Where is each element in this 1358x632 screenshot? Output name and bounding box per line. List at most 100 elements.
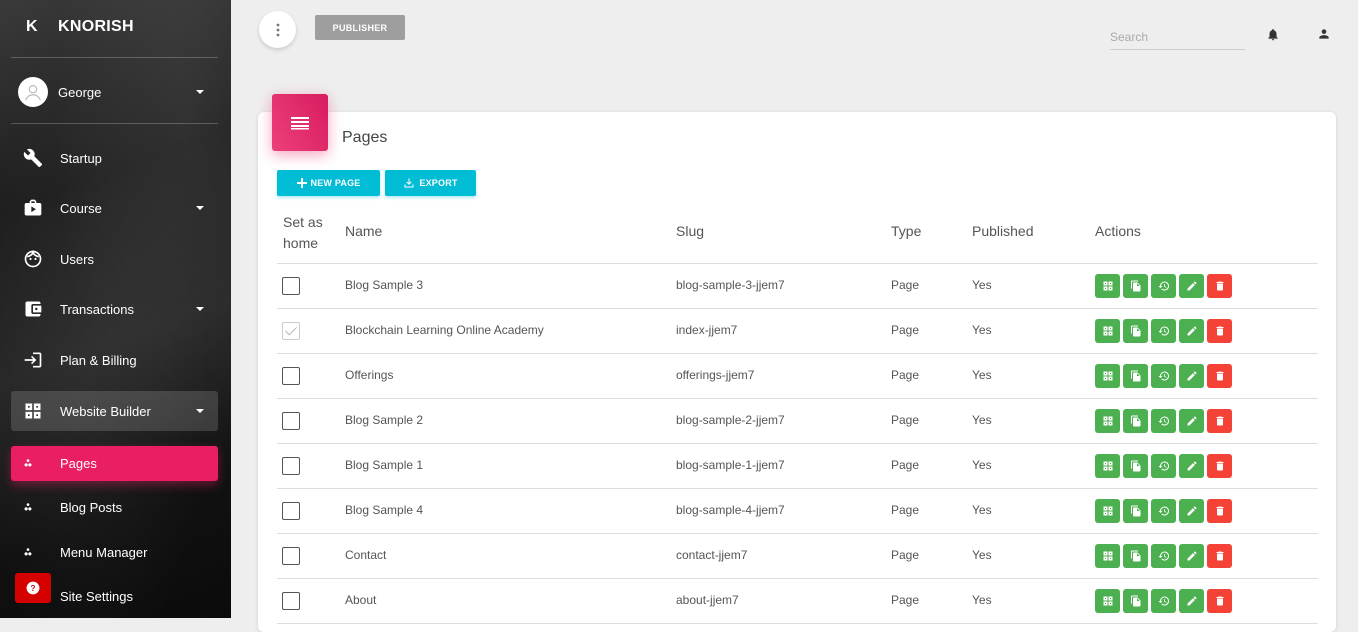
page-slug-cell: blog-sample-2-jjem7: [676, 412, 785, 427]
builder-button[interactable]: [1095, 498, 1120, 523]
new-page-button[interactable]: NEW PAGE: [277, 170, 380, 196]
copy-button[interactable]: [1123, 543, 1148, 568]
set-as-home-checkbox[interactable]: [282, 501, 300, 520]
history-button[interactable]: [1151, 453, 1176, 478]
delete-button[interactable]: [1207, 588, 1232, 613]
search-input[interactable]: [1110, 24, 1245, 50]
sidebar-item-label: Users: [60, 251, 94, 267]
history-button[interactable]: [1151, 543, 1176, 568]
copy-button[interactable]: [1123, 498, 1148, 523]
history-button[interactable]: [1151, 498, 1176, 523]
set-as-home-checkbox[interactable]: [282, 546, 300, 565]
delete-button[interactable]: [1207, 453, 1232, 478]
edit-button[interactable]: [1179, 498, 1204, 523]
notifications-icon[interactable]: [1265, 26, 1281, 42]
delete-button[interactable]: [1207, 408, 1232, 433]
sidebar-item-users[interactable]: Users: [11, 239, 218, 279]
page-name-cell: Blog Sample 2: [345, 412, 424, 427]
person-icon[interactable]: [1316, 26, 1332, 42]
delete-icon: [1214, 595, 1226, 607]
sidebar-item-startup[interactable]: Startup: [11, 138, 218, 178]
page-type-cell: Page: [891, 277, 920, 292]
column-header-published[interactable]: Published: [972, 223, 1034, 239]
sidebar-item-plan-billing[interactable]: Plan & Billing: [11, 340, 218, 380]
edit-button[interactable]: [1179, 588, 1204, 613]
delete-button[interactable]: [1207, 543, 1232, 568]
wallet-icon: [22, 298, 44, 320]
builder-button[interactable]: [1095, 273, 1120, 298]
copy-icon: [1130, 460, 1142, 472]
sidebar-item-course[interactable]: Course: [11, 188, 218, 228]
table-divider: [277, 623, 1318, 624]
builder-button[interactable]: [1095, 363, 1120, 388]
delete-button[interactable]: [1207, 363, 1232, 388]
edit-icon: [1186, 370, 1198, 382]
edit-icon: [1186, 460, 1198, 472]
edit-button[interactable]: [1179, 543, 1204, 568]
brand[interactable]: K KNORISH: [0, 0, 231, 56]
set-as-home-checkbox[interactable]: [282, 276, 300, 295]
copy-button[interactable]: [1123, 273, 1148, 298]
sidebar-item-blog-posts[interactable]: ••• Blog Posts: [11, 490, 218, 525]
list-icon: [291, 116, 309, 129]
sidebar-item-website-builder[interactable]: Website Builder: [11, 391, 218, 431]
sidebar-item-label: Blog Posts: [60, 500, 123, 515]
edit-icon: [1186, 280, 1198, 292]
more-menu-button[interactable]: [259, 11, 296, 48]
user-menu[interactable]: George: [11, 72, 218, 112]
set-as-home-checkbox[interactable]: [282, 411, 300, 430]
builder-button[interactable]: [1095, 408, 1120, 433]
set-as-home-checkbox[interactable]: [282, 591, 300, 610]
copy-button[interactable]: [1123, 588, 1148, 613]
edit-button[interactable]: [1179, 318, 1204, 343]
sidebar-item-transactions[interactable]: Transactions: [11, 289, 218, 329]
column-header-set-as-home[interactable]: Set as home: [283, 212, 323, 254]
edit-button[interactable]: [1179, 408, 1204, 433]
edit-button[interactable]: [1179, 273, 1204, 298]
copy-icon: [1130, 595, 1142, 607]
copy-button[interactable]: [1123, 318, 1148, 343]
chevron-down-icon: [196, 90, 204, 94]
export-button[interactable]: EXPORT: [385, 170, 476, 196]
delete-button[interactable]: [1207, 318, 1232, 343]
set-as-home-checkbox[interactable]: [282, 366, 300, 385]
delete-button[interactable]: [1207, 498, 1232, 523]
builder-button[interactable]: [1095, 318, 1120, 343]
sidebar-item-label: Plan & Billing: [60, 352, 137, 368]
history-button[interactable]: [1151, 408, 1176, 433]
download-icon: [404, 178, 414, 188]
history-button[interactable]: [1151, 363, 1176, 388]
builder-button[interactable]: [1095, 453, 1120, 478]
delete-button[interactable]: [1207, 273, 1232, 298]
set-as-home-checkbox[interactable]: [282, 321, 300, 340]
column-header-type[interactable]: Type: [891, 223, 921, 239]
page-name-cell: Blog Sample 3: [345, 277, 424, 292]
help-button[interactable]: ?: [15, 573, 51, 603]
copy-button[interactable]: [1123, 453, 1148, 478]
page-name-cell: Blog Sample 1: [345, 457, 424, 472]
history-icon: [1158, 460, 1170, 472]
page-type-cell: Page: [891, 322, 920, 337]
builder-button[interactable]: [1095, 588, 1120, 613]
edit-button[interactable]: [1179, 453, 1204, 478]
publisher-button[interactable]: PUBLISHER: [315, 15, 405, 40]
copy-button[interactable]: [1123, 363, 1148, 388]
history-button[interactable]: [1151, 588, 1176, 613]
builder-button[interactable]: [1095, 543, 1120, 568]
history-button[interactable]: [1151, 273, 1176, 298]
delete-icon: [1214, 280, 1226, 292]
builder-icon: [1102, 325, 1114, 337]
history-button[interactable]: [1151, 318, 1176, 343]
user-avatar-icon: [25, 84, 41, 101]
edit-button[interactable]: [1179, 363, 1204, 388]
copy-icon: [1130, 550, 1142, 562]
page-published-cell: Yes: [972, 412, 992, 427]
sidebar-item-menu-manager[interactable]: ••• Menu Manager: [11, 535, 218, 570]
column-header-name[interactable]: Name: [345, 223, 382, 239]
chevron-down-icon: [196, 206, 204, 210]
sidebar-item-pages[interactable]: ••• Pages: [11, 446, 218, 481]
set-as-home-checkbox[interactable]: [282, 456, 300, 475]
copy-button[interactable]: [1123, 408, 1148, 433]
plus-icon: [296, 178, 307, 188]
column-header-slug[interactable]: Slug: [676, 223, 704, 239]
